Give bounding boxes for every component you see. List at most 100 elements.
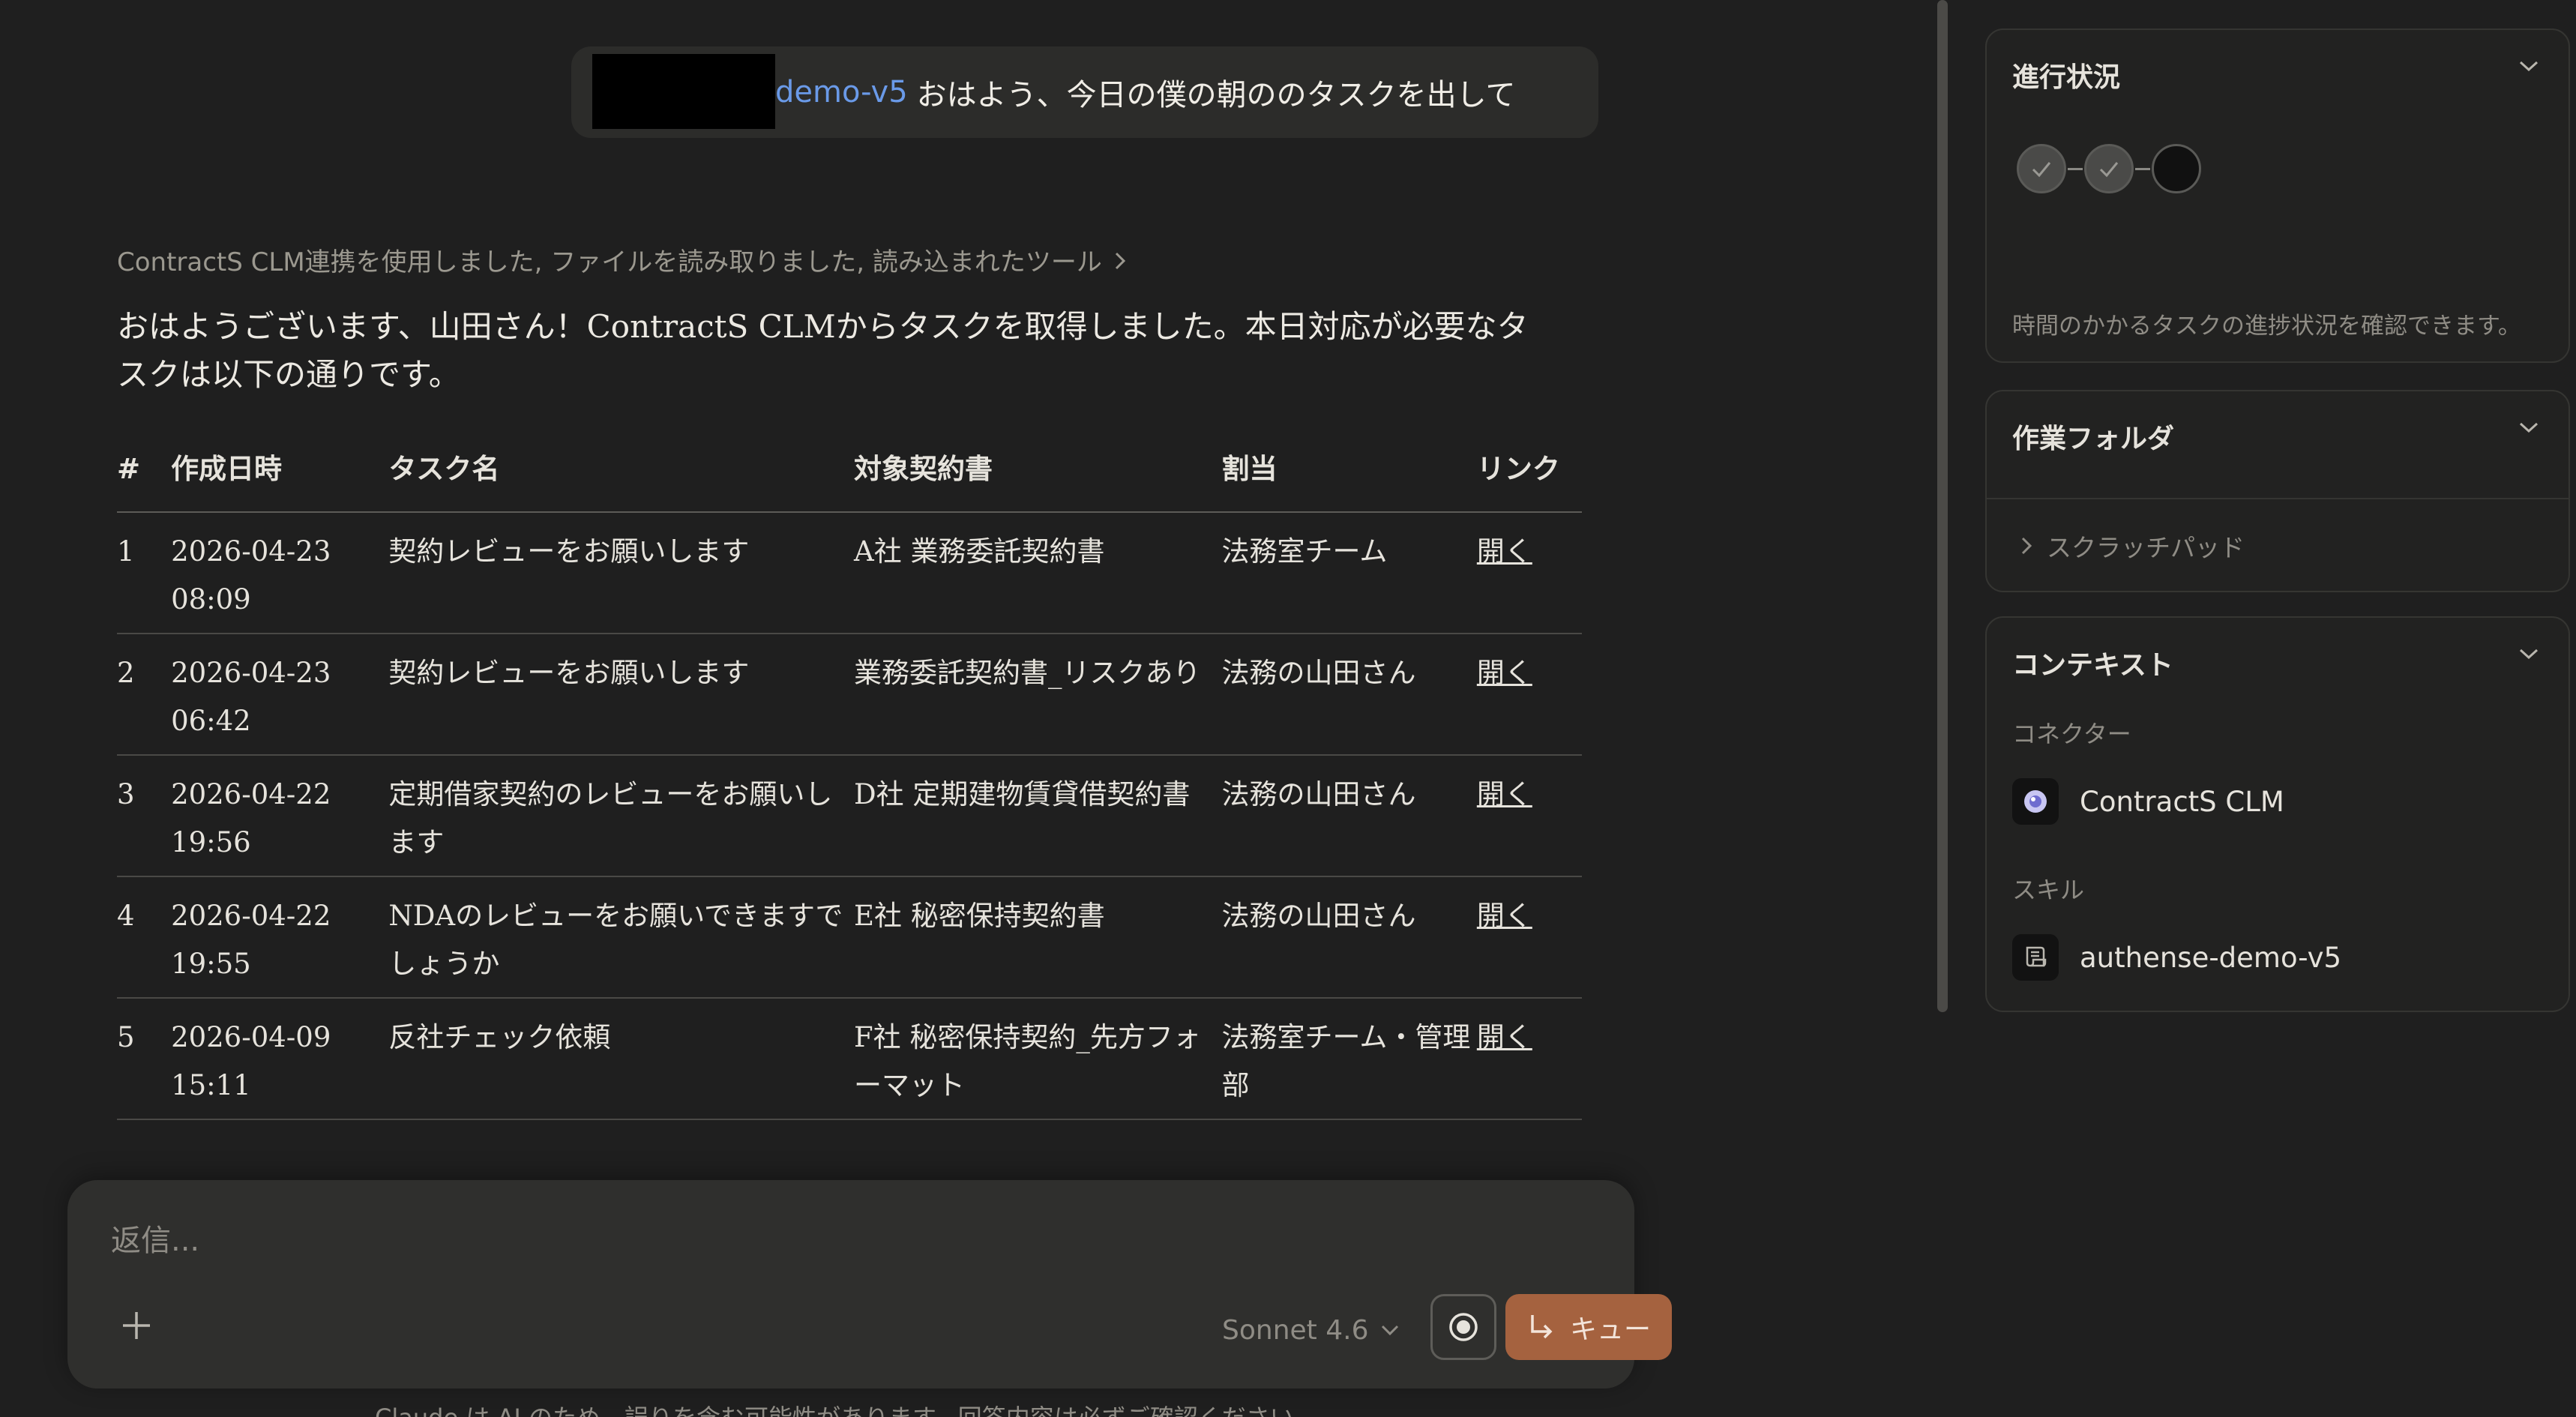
- model-name: Sonnet 4.6: [1222, 1314, 1369, 1346]
- row-assign: 法務の山田さん: [1221, 634, 1477, 756]
- chat-main: demo-v5 おはよう、今日の僕の朝ののタスクを出して ContractS C…: [0, 0, 1942, 1417]
- row-date: 2026-04-22 19:55: [171, 876, 389, 999]
- table-row: 5 2026-04-09 15:11 反社チェック依頼 F社 秘密保持契約_先方…: [117, 998, 1582, 1120]
- row-assign: 法務室チーム・管理部: [1221, 998, 1477, 1120]
- col-header-link: リンク: [1476, 436, 1582, 513]
- row-date: 2026-04-23 08:09: [171, 512, 389, 634]
- row-assign: 法務の山田さん: [1221, 876, 1477, 999]
- row-num: 4: [117, 876, 172, 999]
- queue-button[interactable]: キュー: [1505, 1294, 1672, 1360]
- col-header-task: タスク名: [388, 436, 854, 513]
- chevron-down-icon: [2519, 649, 2539, 660]
- row-date: 2026-04-23 06:42: [171, 634, 389, 756]
- chevron-down-icon: [2519, 422, 2539, 433]
- skill-item[interactable]: authense-demo-v5: [2012, 934, 2341, 981]
- row-task: 契約レビューをお願いします: [388, 634, 854, 756]
- disclaimer-text: Claude は AI のため、誤りを含む可能性があります。回答内容は必ずご確認…: [375, 1399, 1318, 1417]
- progress-panel-title: 進行状況: [2012, 62, 2121, 93]
- row-date: 2026-04-22 19:56: [171, 755, 389, 877]
- connector-label: コネクター: [2012, 720, 2131, 748]
- table-header-row: # 作成日時 タスク名 対象契約書 割当 リンク: [117, 436, 1582, 513]
- row-task: 定期借家契約のレビューをお願いします: [388, 755, 854, 877]
- check-icon: [2099, 162, 2119, 178]
- col-header-doc: 対象契約書: [853, 436, 1222, 513]
- redacted-block: [592, 54, 775, 129]
- add-attachment-button[interactable]: [112, 1306, 160, 1354]
- row-assign: 法務室チーム: [1221, 512, 1477, 634]
- skill-label: スキル: [2012, 876, 2085, 904]
- open-link[interactable]: 開く: [1477, 1021, 1532, 1053]
- open-link[interactable]: 開く: [1477, 778, 1532, 810]
- table-row: 1 2026-04-23 08:09 契約レビューをお願いします A社 業務委託…: [117, 512, 1582, 634]
- row-doc: D社 定期建物賃貸借契約書: [853, 755, 1222, 877]
- connector-name: ContractS CLM: [2080, 785, 2284, 818]
- composer: Sonnet 4.6 キュー: [67, 1180, 1672, 1389]
- row-num: 2: [117, 634, 172, 756]
- row-num: 1: [117, 512, 172, 634]
- row-doc: A社 業務委託契約書: [853, 512, 1222, 634]
- progress-description: 時間のかかるタスクの進捗状況を確認できます。: [2012, 313, 2521, 340]
- connector-item[interactable]: ContractS CLM: [2012, 778, 2284, 825]
- row-num: 5: [117, 998, 172, 1120]
- assistant-answer: おはようございます、山田さん！ContractS CLMからタスクを取得しました…: [117, 308, 1529, 393]
- row-doc: F社 秘密保持契約_先方フォーマット: [853, 998, 1222, 1120]
- reply-input[interactable]: [109, 1210, 1537, 1272]
- scroll-icon: [2012, 934, 2059, 981]
- col-header-date: 作成日時: [171, 436, 389, 513]
- table-row: 3 2026-04-22 19:56 定期借家契約のレビューをお願いします D社…: [117, 755, 1582, 877]
- scratchpad-item[interactable]: スクラッチパッド: [2020, 528, 2245, 564]
- chevron-right-icon: [2021, 537, 2032, 555]
- row-date: 2026-04-09 15:11: [171, 998, 389, 1120]
- user-message-body: おはよう、今日の僕の朝ののタスクを出して: [916, 78, 1516, 112]
- progress-steps: [2017, 144, 2201, 193]
- col-header-assign: 割当: [1221, 436, 1477, 513]
- collapse-progress-button[interactable]: [2518, 58, 2540, 76]
- chevron-right-icon: [1113, 247, 1128, 277]
- user-message-bubble: demo-v5 おはよう、今日の僕の朝ののタスクを出して: [571, 46, 1598, 138]
- collapse-context-button[interactable]: [2518, 646, 2540, 664]
- collapse-folder-button[interactable]: [2518, 420, 2540, 438]
- row-num: 3: [117, 755, 172, 877]
- step-connector: [2068, 167, 2083, 170]
- table-row: 4 2026-04-22 19:55 NDAのレビューをお願いできますでしょうか…: [117, 876, 1582, 999]
- context-panel-title: コンテキスト: [2012, 650, 2173, 681]
- tools-used-summary[interactable]: ContractS CLM連携を使用しました, ファイルを読み取りました, 読み…: [117, 241, 1128, 278]
- context-panel: コンテキスト コネクター ContractS CLM スキル authense-…: [1985, 616, 2570, 1012]
- check-icon: [2032, 162, 2051, 178]
- user-message-text: demo-v5 おはよう、今日の僕の朝ののタスクを出して: [775, 46, 1515, 138]
- step-done-2: [2084, 144, 2134, 193]
- step-connector: [2135, 167, 2150, 170]
- row-task: 契約レビューをお願いします: [388, 512, 854, 634]
- folder-panel-title: 作業フォルダ: [2012, 424, 2175, 454]
- open-link[interactable]: 開く: [1477, 535, 1532, 568]
- corner-down-right-icon: [1531, 1315, 1553, 1339]
- step-pending: [2152, 144, 2201, 193]
- row-task: NDAのレビューをお願いできますでしょうか: [388, 876, 854, 999]
- row-doc: E社 秘密保持契約書: [853, 876, 1222, 999]
- model-select[interactable]: Sonnet 4.6: [1222, 1308, 1400, 1353]
- step-done-1: [2017, 144, 2066, 193]
- skill-name: authense-demo-v5: [2080, 941, 2342, 974]
- scratchpad-label: スクラッチパッド: [2047, 533, 2245, 562]
- queue-label: キュー: [1569, 1314, 1651, 1345]
- skill-mention[interactable]: demo-v5: [775, 75, 908, 109]
- panel-divider: [1987, 498, 2569, 499]
- progress-panel: 進行状況 時間のかかるタスクの進捗状況を確認できます。: [1985, 28, 2570, 363]
- tools-used-text: ContractS CLM連携を使用しました, ファイルを読み取りました, 読み…: [117, 247, 1102, 277]
- plus-icon: [123, 1312, 150, 1339]
- row-task: 反社チェック依頼: [388, 998, 854, 1120]
- open-link[interactable]: 開く: [1477, 900, 1532, 932]
- chevron-down-icon: [1382, 1325, 1399, 1336]
- row-assign: 法務の山田さん: [1221, 755, 1477, 877]
- connector-icon: [2012, 778, 2059, 825]
- col-header-num: #: [117, 436, 172, 513]
- chevron-down-icon: [2519, 61, 2539, 72]
- folder-panel: 作業フォルダ スクラッチパッド: [1985, 390, 2570, 592]
- row-doc: 業務委託契約書_リスクあり: [853, 634, 1222, 756]
- open-link[interactable]: 開く: [1477, 657, 1532, 689]
- record-icon: [1449, 1313, 1478, 1341]
- scrollbar[interactable]: [1937, 0, 1948, 1012]
- record-button[interactable]: [1430, 1294, 1496, 1360]
- task-table: # 作成日時 タスク名 対象契約書 割当 リンク 1 2026-04-23 08…: [117, 436, 1582, 1120]
- table-row: 2 2026-04-23 06:42 契約レビューをお願いします 業務委託契約書…: [117, 634, 1582, 756]
